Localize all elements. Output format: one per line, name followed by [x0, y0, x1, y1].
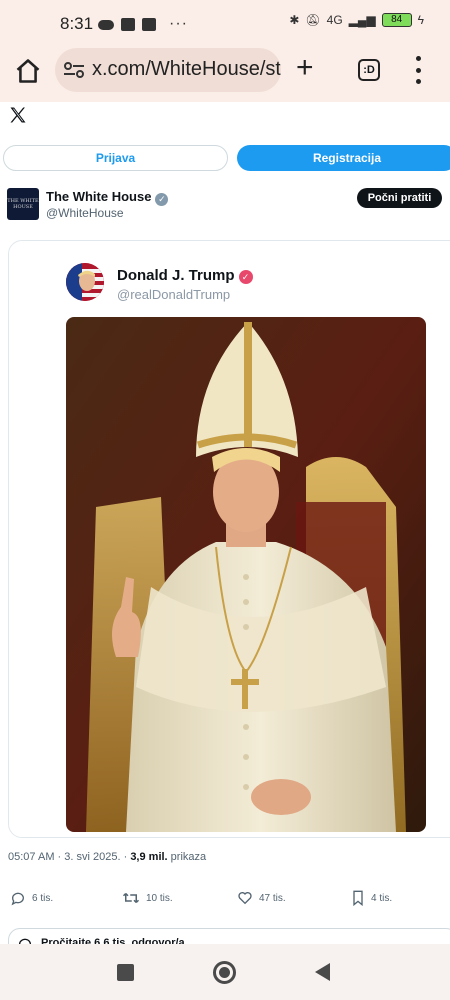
post-views-label: prikaza	[170, 851, 207, 863]
quoted-author-avatar[interactable]	[66, 263, 104, 301]
site-settings-icon[interactable]	[63, 61, 85, 79]
post-views: 3,9 mil.	[130, 851, 168, 863]
cloud-icon	[98, 20, 114, 30]
status-time: 8:31	[60, 14, 94, 33]
login-button[interactable]: Prijava	[3, 145, 228, 171]
bluetooth-icon: ✱	[289, 13, 300, 27]
register-button[interactable]: Registracija	[237, 145, 450, 171]
reply-count: 6 tis.	[32, 892, 54, 904]
signal-icon: ▂▄▆	[348, 13, 376, 27]
more-notifications-icon: ···	[169, 15, 188, 32]
bookmark-count: 4 tis.	[371, 892, 393, 904]
system-navigation-bar	[0, 944, 450, 1000]
author-handle[interactable]: @WhiteHouse	[46, 206, 124, 220]
charging-icon: ϟ	[417, 13, 424, 27]
mute-icon: 🔕︎	[305, 13, 321, 27]
like-count: 47 tis.	[259, 892, 286, 904]
verified-badge-icon: ✓	[155, 193, 169, 206]
home-nav-button[interactable]	[213, 961, 236, 984]
reply-icon	[11, 892, 24, 906]
verified-badge-icon: ✓	[238, 270, 253, 284]
post-time[interactable]: 05:07 AM	[8, 851, 54, 863]
url-text: x.com/WhiteHouse/st	[92, 58, 281, 80]
browser-menu-icon[interactable]	[414, 56, 422, 84]
repost-button[interactable]: 10 tis.	[122, 890, 173, 906]
network-label: 4G	[326, 13, 343, 27]
news-icon	[121, 17, 135, 31]
browser-toolbar: x.com/WhiteHouse/st + :D	[0, 48, 450, 94]
new-tab-button[interactable]: +	[296, 53, 314, 83]
post-date[interactable]: 3. svi 2025.	[64, 851, 120, 863]
home-icon[interactable]	[14, 57, 42, 85]
browser-chrome: 8:31 ··· ✱ 🔕︎ 4G ▂▄▆ 84 ϟ x.com/WhiteHou…	[0, 0, 450, 102]
author-avatar[interactable]: THE WHITE HOUSE	[7, 188, 39, 220]
bookmark-icon	[353, 890, 363, 906]
follow-button[interactable]: Počni pratiti	[357, 188, 442, 208]
like-button[interactable]: 47 tis.	[237, 890, 286, 906]
author-name[interactable]: The White House ✓	[46, 189, 169, 206]
post-image[interactable]	[66, 317, 426, 832]
address-bar[interactable]: x.com/WhiteHouse/st	[55, 48, 281, 92]
repost-icon	[122, 892, 140, 904]
quoted-author-name[interactable]: Donald J. Trump ✓	[117, 267, 253, 284]
tab-switcher-button[interactable]: :D	[358, 59, 380, 81]
post-actions: 6 tis. 10 tis. 47 tis. 4 tis.	[0, 890, 450, 912]
linkedin-icon	[142, 17, 156, 31]
reply-button[interactable]: 6 tis.	[10, 890, 53, 906]
system-icons: ✱ 🔕︎ 4G ▂▄▆ 84 ϟ	[289, 13, 424, 27]
repost-count: 10 tis.	[146, 892, 173, 904]
quoted-author-name-text[interactable]: Donald J. Trump	[117, 267, 235, 284]
back-button[interactable]	[315, 963, 330, 981]
quoted-author-handle[interactable]: @realDonaldTrump	[117, 287, 230, 302]
author-name-text[interactable]: The White House	[46, 189, 151, 204]
x-logo-icon[interactable]	[8, 105, 28, 125]
bookmark-button[interactable]: 4 tis.	[351, 890, 392, 906]
heart-icon	[238, 892, 252, 905]
notification-icons: ···	[98, 15, 188, 33]
status-bar: 8:31 ··· ✱ 🔕︎ 4G ▂▄▆ 84 ϟ	[0, 0, 450, 48]
recent-apps-button[interactable]	[117, 964, 134, 981]
post-meta: 05:07 AM · 3. svi 2025. · 3,9 mil. prika…	[8, 851, 207, 863]
battery-icon: 84	[381, 13, 412, 27]
